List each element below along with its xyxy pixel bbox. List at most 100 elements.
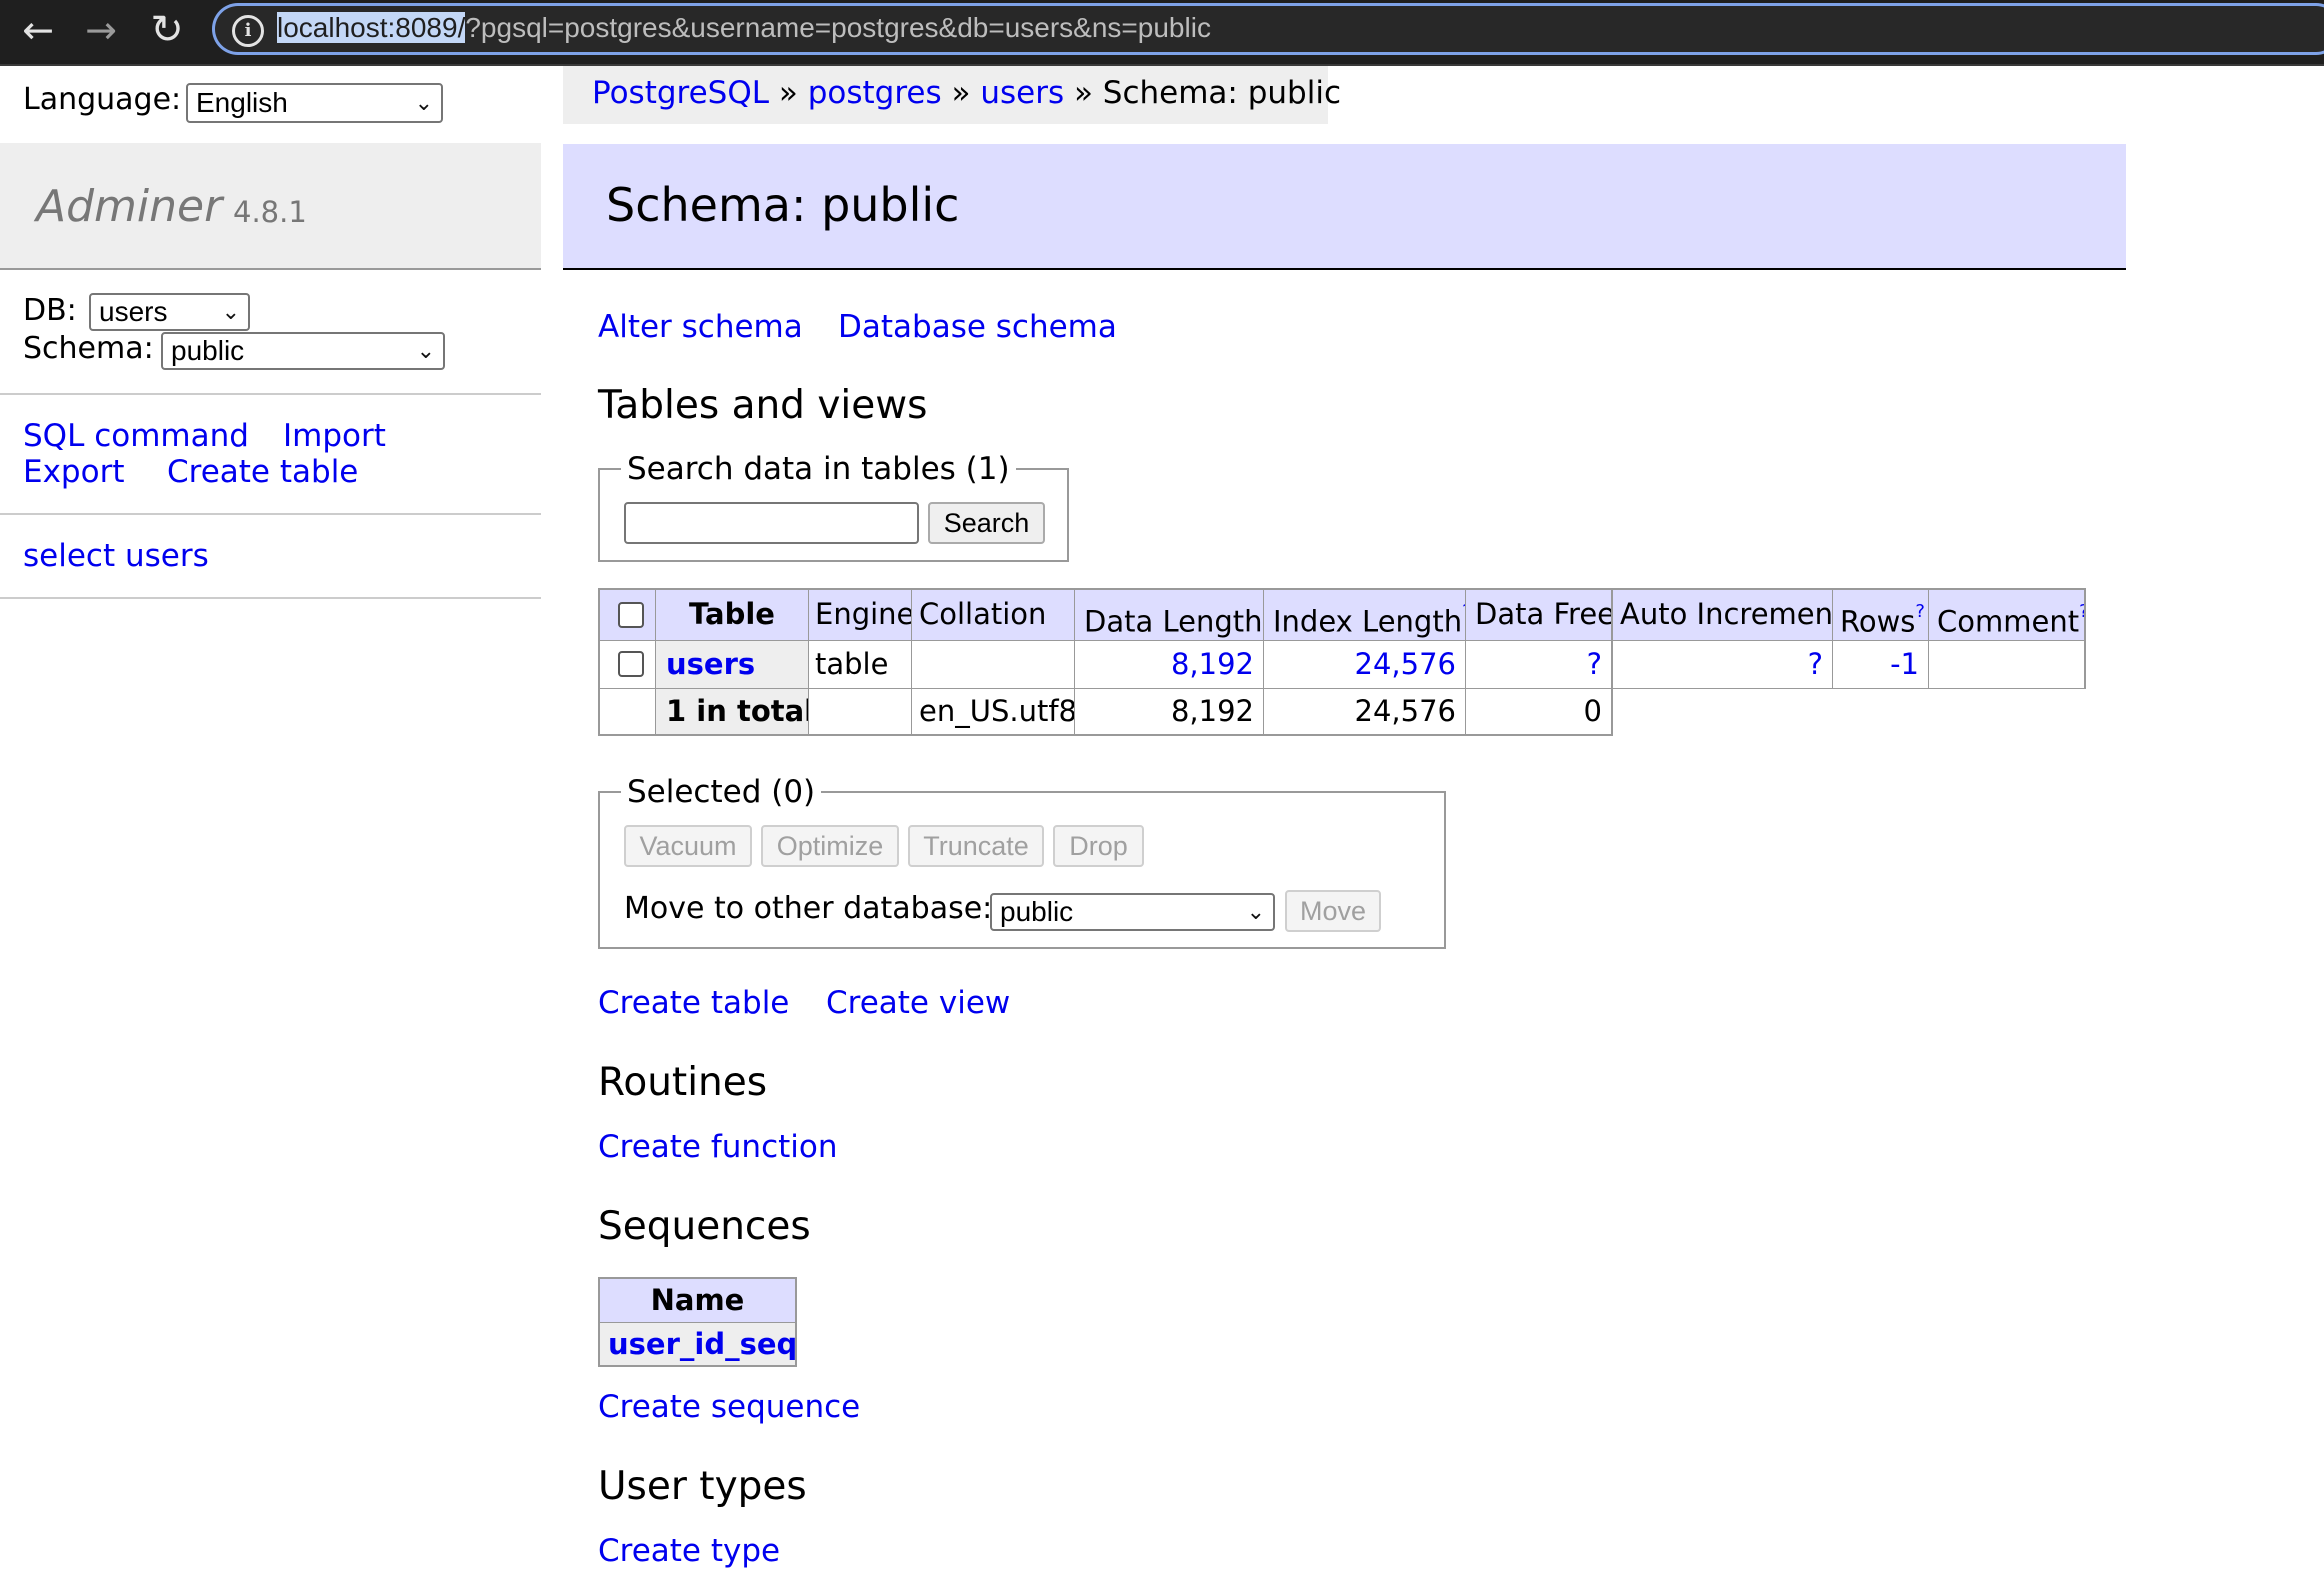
arrow-left-icon[interactable]: ←: [16, 8, 60, 52]
table-border: [1832, 588, 1833, 689]
column-header-table[interactable]: Table: [656, 590, 808, 640]
move-database-select[interactable]: public ⌄: [990, 893, 1275, 931]
table-border: [2084, 588, 2086, 689]
create-table-link[interactable]: Create table: [167, 454, 358, 490]
divider: [0, 393, 541, 395]
breadcrumb-separator: »: [1073, 75, 1093, 111]
row-checkbox[interactable]: [618, 651, 644, 677]
url-host: localhost:8089/: [277, 12, 466, 43]
move-label: Move to other database:: [624, 891, 993, 926]
column-header-data-free: Data Free: [1466, 590, 1611, 640]
sequence-row: user_id_seq: [600, 1323, 795, 1365]
column-header-engine: Engine: [809, 590, 911, 640]
column-header-auto-increment: Auto Increment: [1612, 590, 1832, 640]
breadcrumb-separator: »: [951, 75, 971, 111]
breadcrumb-postgresql[interactable]: PostgreSQL: [592, 75, 769, 111]
create-view-link[interactable]: Create view: [826, 985, 1010, 1021]
schema-label: Schema:: [23, 331, 154, 366]
move-button[interactable]: Move: [1285, 890, 1381, 932]
comment-label: Comment: [1937, 604, 2080, 639]
engine-cell: table: [815, 647, 889, 681]
sequence-column-header: Name: [600, 1279, 795, 1322]
table-row-header: users: [656, 641, 808, 688]
breadcrumb-server[interactable]: postgres: [808, 75, 942, 111]
data-length-link[interactable]: 8,192: [1171, 647, 1254, 681]
drop-button[interactable]: Drop: [1053, 825, 1144, 867]
table-border: [1074, 588, 1075, 736]
alter-schema-link[interactable]: Alter schema: [598, 309, 803, 345]
select-all-checkbox[interactable]: [618, 602, 644, 628]
column-header-collation: Collation: [912, 590, 1074, 640]
adminer-version: 4.8.1: [233, 195, 307, 229]
data-length-cell: 8,192: [1075, 641, 1263, 688]
auto-increment-link[interactable]: ?: [1808, 647, 1823, 681]
site-info-icon[interactable]: i: [232, 15, 264, 47]
vacuum-button[interactable]: Vacuum: [624, 825, 752, 867]
total-data-length-cell: 8,192: [1170, 694, 1254, 728]
create-sequence-link[interactable]: Create sequence: [598, 1389, 860, 1425]
page-title: Schema: public: [606, 178, 960, 232]
db-label: DB:: [23, 293, 77, 328]
table-border: [598, 588, 2086, 590]
table-border: [808, 588, 809, 736]
table-border: [598, 734, 1611, 736]
breadcrumb-separator: »: [778, 75, 798, 111]
column-header-index-length: Index Length?: [1264, 590, 1465, 640]
optimize-button[interactable]: Optimize: [761, 825, 899, 867]
browser-toolbar: ← → ↻ i localhost:8089/?pgsql=postgres&u…: [0, 0, 2324, 66]
adminer-logo-link[interactable]: Adminer: [36, 181, 222, 232]
rows-label: Rows: [1840, 604, 1916, 639]
schema-select[interactable]: public ⌄: [161, 332, 445, 370]
table-border: [1263, 588, 1264, 736]
table-border: [598, 588, 600, 736]
total-data-free-cell: 0: [1583, 694, 1602, 728]
table-border: [1611, 588, 1613, 736]
search-legend: Search data in tables (1): [621, 451, 1016, 487]
search-input[interactable]: [624, 502, 919, 544]
table-border: [598, 1277, 797, 1279]
breadcrumb-database[interactable]: users: [980, 75, 1064, 111]
database-schema-link[interactable]: Database schema: [838, 309, 1117, 345]
breadcrumb: PostgreSQL » postgres » users » Schema: …: [563, 66, 1341, 124]
title-banner: Schema: public: [563, 144, 2126, 270]
tables-heading: Tables and views: [598, 383, 928, 428]
chevron-down-icon: ⌄: [1246, 899, 1265, 924]
table-border: [598, 640, 2086, 641]
table-link-users[interactable]: users: [666, 647, 755, 681]
divider: [0, 597, 541, 599]
export-link[interactable]: Export: [23, 454, 124, 490]
chevron-down-icon: ⌄: [414, 90, 433, 115]
arrow-right-icon[interactable]: →: [79, 8, 123, 52]
total-collation-cell: en_US.utf8: [919, 694, 1074, 728]
table-border: [1928, 588, 1929, 689]
logo-box: Adminer 4.8.1: [0, 143, 541, 270]
data-free-link[interactable]: ?: [1587, 647, 1602, 681]
db-select[interactable]: users ⌄: [89, 293, 250, 331]
auto-increment-cell: ?: [1612, 641, 1832, 688]
create-type-link[interactable]: Create type: [598, 1533, 780, 1569]
help-link[interactable]: ?: [1915, 601, 1925, 622]
index-length-label: Index Length: [1273, 604, 1463, 639]
comment-cell: [1929, 641, 2084, 688]
index-length-cell: 24,576: [1264, 641, 1465, 688]
sql-command-link[interactable]: SQL command: [23, 418, 249, 454]
select-users-link[interactable]: select users: [23, 538, 209, 574]
search-button[interactable]: Search: [928, 502, 1045, 544]
sequence-link-user-id-seq[interactable]: user_id_seq: [608, 1327, 795, 1361]
data-length-label: Data Length: [1084, 604, 1263, 639]
routines-heading: Routines: [598, 1060, 768, 1105]
chevron-down-icon: ⌄: [416, 338, 435, 363]
table-border: [598, 1277, 600, 1367]
column-header-comment: Comment?: [1929, 590, 2084, 640]
total-label: 1 in total: [656, 689, 808, 734]
url-text[interactable]: localhost:8089/?pgsql=postgres&username=…: [277, 8, 1211, 48]
rows-link[interactable]: -1: [1890, 647, 1919, 681]
index-length-link[interactable]: 24,576: [1355, 647, 1456, 681]
language-select[interactable]: English ⌄: [186, 83, 443, 123]
truncate-button[interactable]: Truncate: [908, 825, 1044, 867]
table-border: [655, 588, 656, 736]
create-function-link[interactable]: Create function: [598, 1129, 838, 1165]
import-link[interactable]: Import: [283, 418, 386, 454]
reload-icon[interactable]: ↻: [145, 8, 189, 52]
create-table-main-link[interactable]: Create table: [598, 985, 789, 1021]
